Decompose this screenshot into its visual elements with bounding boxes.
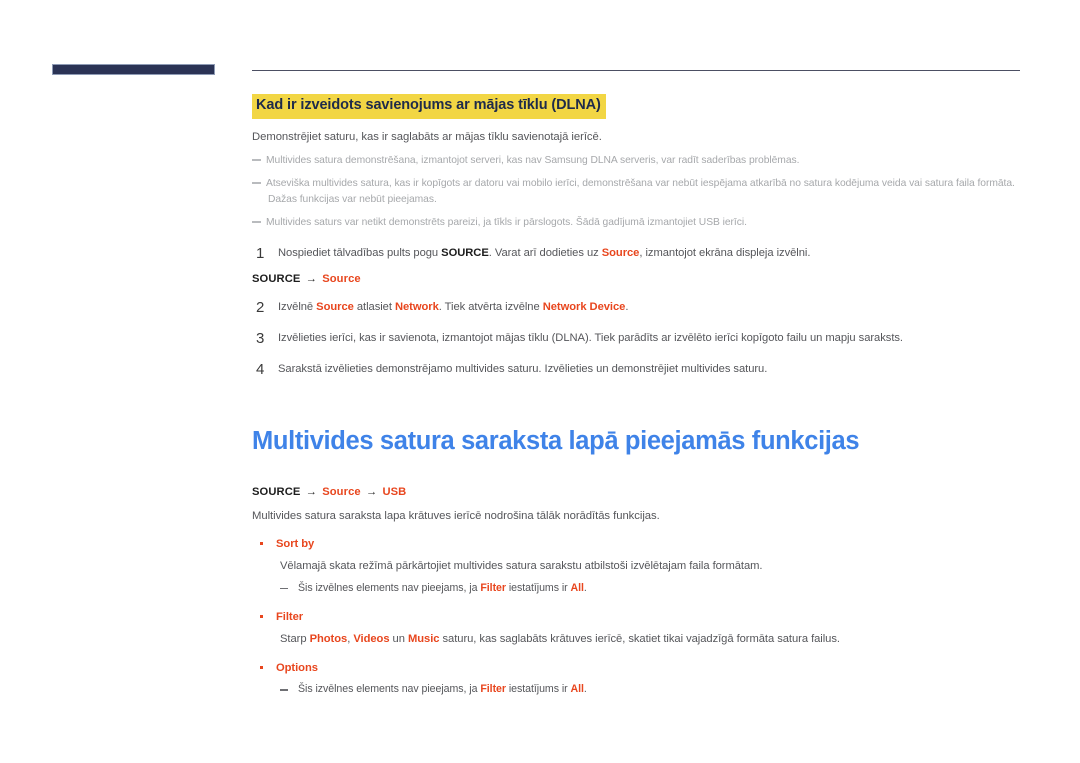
step-item: 3 Izvēlieties ierīci, kas ir savienota, i… [252, 330, 1042, 347]
dash-marker-icon [280, 588, 288, 590]
bullet-title: Sort by [276, 538, 315, 551]
dash-marker-icon [252, 182, 261, 184]
ui-term: Music [407, 633, 440, 646]
bullet-subnote: Šis izvēlnes elements nav pieejams, ja F… [276, 581, 1042, 597]
note-text: Atseviška multivides satura, kas ir kopī… [266, 178, 1015, 190]
document-page: Kad ir izveidots savienojums ar mājas tī… [0, 0, 1080, 763]
breadcrumb-source-usb: SOURCE → Source → USB [252, 486, 1042, 498]
dash-marker-icon [252, 221, 261, 223]
ui-term: All [570, 683, 584, 696]
step-number: 2 [256, 299, 265, 317]
ui-term: All [570, 582, 584, 595]
ui-term: Source [601, 246, 640, 259]
breadcrumb-root: SOURCE [252, 485, 301, 498]
step-text: Nospiediet tālvadības pults pogu SOURCE.… [278, 247, 810, 259]
ui-term: Photos [309, 633, 348, 646]
note-text: Multivides saturs var netikt demonstrēts… [266, 217, 747, 229]
step-number: 1 [256, 244, 265, 262]
text-run: atlasiet [353, 301, 395, 314]
subnote-text: Šis izvēlnes elements nav pieejams, ja F… [298, 683, 587, 695]
step-item: 2 Izvēlnē Source atlasiet Network. Tiek a… [252, 299, 1042, 316]
section2-intro-paragraph: Multivides satura saraksta lapa krātuves… [252, 509, 660, 522]
dash-marker-icon [280, 689, 288, 691]
page-title: Multivides satura saraksta lapā pieejamā… [252, 426, 860, 455]
section-intro-paragraph: Demonstrējiet saturu, kas ir saglabāts a… [252, 130, 602, 143]
notes-list: Multivides satura demonstrēšana, izmanto… [252, 153, 1042, 231]
step-item: 4 Sarakstā izvēlieties demonstrējamo mult… [252, 361, 1042, 378]
text-run: saturu, kas saglabāts krātuves ierīcē, s… [439, 633, 840, 646]
breadcrumb-item: Source [322, 485, 361, 498]
bullet-marker-icon [260, 615, 263, 618]
ui-term: Videos [353, 633, 390, 646]
text-run: iestatījums ir [505, 683, 571, 696]
step-text: Sarakstā izvēlieties demonstrējamo multi… [278, 363, 767, 375]
bullet-title: Options [276, 662, 318, 675]
arrow-icon: → [362, 485, 381, 498]
text-run: . Varat arī dodieties uz [488, 246, 602, 259]
step-number: 4 [256, 361, 265, 379]
breadcrumb-root: SOURCE [252, 273, 301, 286]
note-item: Atseviška multivides satura, kas ir kopī… [252, 176, 1042, 207]
bullet-subnote: Šis izvēlnes elements nav pieejams, ja F… [276, 682, 1042, 698]
text-run: Vēlamajā skata režīmā pārkārtojiet multi… [280, 560, 763, 573]
text-run: Starp [280, 633, 310, 646]
section-heading-wrap: Kad ir izveidots savienojums ar mājas tī… [252, 94, 1042, 119]
header-rule [252, 70, 1020, 71]
breadcrumb-item: Source [322, 273, 361, 286]
text-run: Sarakstā izvēlieties demonstrējamo multi… [278, 363, 768, 376]
arrow-icon: → [302, 273, 321, 286]
dash-marker-icon [252, 158, 261, 161]
text-run: Izvēlieties ierīci, kas ir savienota, iz… [278, 332, 903, 345]
ui-term: Source [316, 301, 354, 314]
text-run: Nospiediet tālvadības pults pogu [278, 246, 442, 259]
note-continuation-text: Dažas funkcijas var nebūt pieejamas. [268, 193, 437, 205]
step-item: 1 Nospiediet tālvadības pults pogu SOURCE… [252, 245, 1042, 262]
subnote-text: Šis izvēlnes elements nav pieejams, ja F… [298, 582, 587, 594]
bullet-body-text: Starp Photos, Videos un Music saturu, ka… [276, 631, 1042, 648]
step-number: 3 [256, 330, 265, 348]
key-term: SOURCE [441, 246, 489, 259]
note-item: Multivides satura demonstrēšana, izmanto… [252, 153, 1042, 168]
bullet-marker-icon [260, 666, 263, 669]
bullet-body-text: Vēlamajā skata režīmā pārkārtojiet multi… [276, 558, 1042, 575]
document-content: Kad ir izveidots savienojums ar mājas tī… [252, 94, 1042, 698]
header-decoration [0, 64, 1080, 80]
bullet-item: Sort by Vēlamajā skata režīmā pārkārtojie… [252, 536, 1042, 597]
ui-term: Network Device [542, 301, 626, 314]
text-run: . [583, 683, 587, 696]
text-run: un [389, 633, 408, 646]
step-text: Izvēlnē Source atlasiet Network. Tiek at… [278, 301, 628, 313]
text-run: iestatījums ir [505, 582, 571, 595]
text-run: , izmantojot ekrāna displeja izvēlni. [639, 246, 811, 259]
breadcrumb-source: SOURCE → Source [252, 273, 1042, 285]
bullet-item: Options Šis izvēlnes elements nav pieejam… [252, 660, 1042, 698]
ui-term: Filter [480, 683, 506, 696]
text-run: . [625, 301, 629, 314]
breadcrumb-item: USB [382, 485, 407, 498]
bullet-title: Filter [276, 611, 304, 624]
numbered-steps-list: 1 Nospiediet tālvadības pults pogu SOURCE… [252, 245, 1042, 378]
bullet-marker-icon [260, 542, 263, 545]
feature-bullet-list: Sort by Vēlamajā skata režīmā pārkārtojie… [252, 536, 1042, 698]
text-run: Šis izvēlnes elements nav pieejams, ja [298, 683, 481, 696]
note-item: Multivides saturs var netikt demonstrēts… [252, 215, 1042, 230]
step-text: Izvēlieties ierīci, kas ir savienota, iz… [278, 332, 903, 344]
note-text: Multivides satura demonstrēšana, izmanto… [266, 154, 800, 166]
text-run: Šis izvēlnes elements nav pieejams, ja [298, 582, 481, 595]
text-run: . [583, 582, 587, 595]
highlighted-section-heading: Kad ir izveidots savienojums ar mājas tī… [252, 94, 606, 119]
ui-term: Network [394, 301, 439, 314]
ui-term: Filter [480, 582, 506, 595]
text-run: . Tiek atvērta izvēlne [438, 301, 543, 314]
header-accent-bar [52, 64, 215, 75]
text-run: Izvēlnē [278, 301, 317, 314]
arrow-icon: → [302, 485, 321, 498]
bullet-item: Filter Starp Photos, Videos un Music satu… [252, 609, 1042, 648]
